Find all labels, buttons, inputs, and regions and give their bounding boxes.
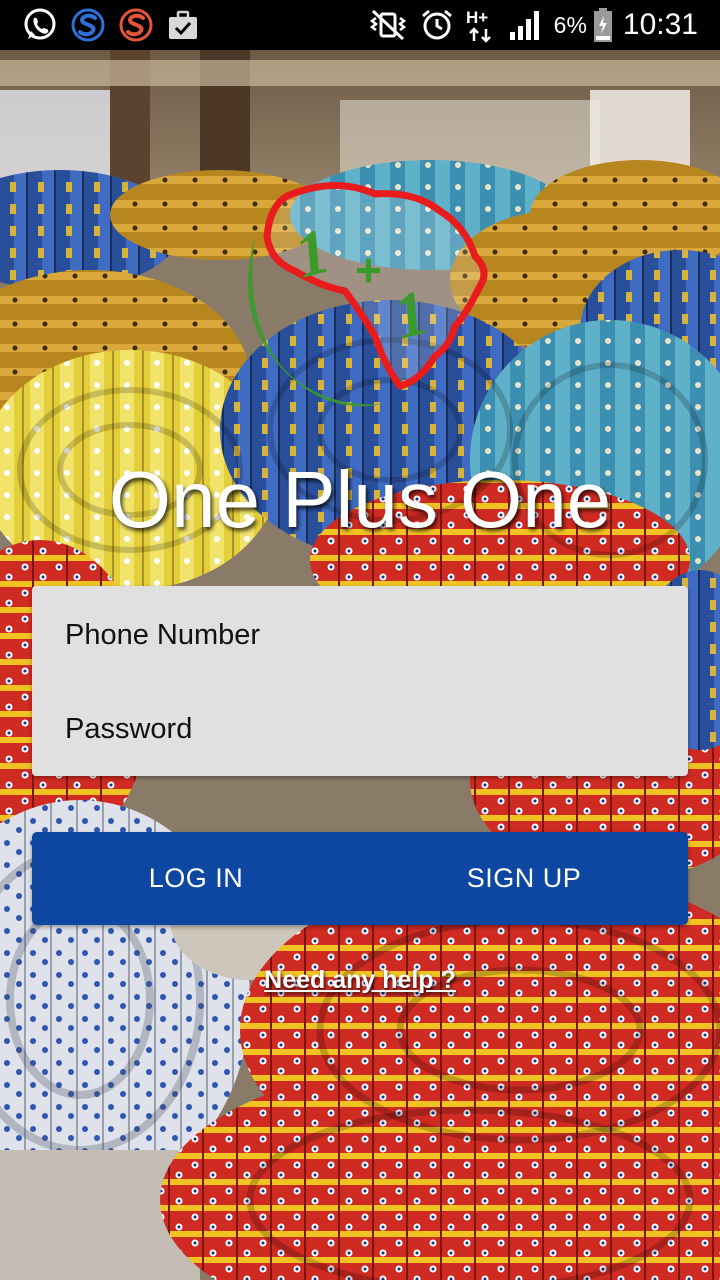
notification-icons — [22, 7, 212, 43]
battery-percentage: 6% — [553, 11, 587, 38]
app-title: One Plus One — [108, 455, 612, 544]
s-app-orange-icon — [119, 8, 153, 42]
help-link[interactable]: Need any help ? — [0, 966, 720, 995]
login-button[interactable]: LOG IN — [32, 832, 360, 925]
login-screen: H+ 6% 10:31 1 + 1 One Plus One Phone Num… — [0, 0, 720, 1280]
app-logo: 1 + 1 — [248, 182, 488, 407]
phone-number-field — [32, 588, 688, 682]
s-app-blue-icon — [71, 8, 105, 42]
signup-button[interactable]: SIGN UP — [360, 832, 688, 925]
login-form — [32, 586, 688, 776]
vibrate-mute-icon — [369, 9, 406, 41]
phone-number-input[interactable] — [65, 618, 655, 652]
status-bar: H+ 6% 10:31 — [0, 0, 720, 50]
svg-text:+: + — [355, 244, 382, 296]
svg-text:H+: H+ — [466, 8, 488, 27]
alarm-icon — [421, 9, 452, 40]
signal-icon — [509, 11, 539, 40]
battery-icon — [593, 8, 612, 42]
clock: 10:31 — [622, 8, 698, 41]
auth-button-bar: LOG IN SIGN UP — [32, 832, 688, 925]
password-field — [32, 682, 688, 776]
whatsapp-icon — [24, 8, 56, 40]
network-h-plus-icon: H+ — [466, 8, 491, 43]
password-input[interactable] — [65, 712, 655, 746]
system-status-icons: H+ 6% 10:31 — [356, 7, 698, 43]
briefcase-check-icon — [169, 10, 197, 39]
